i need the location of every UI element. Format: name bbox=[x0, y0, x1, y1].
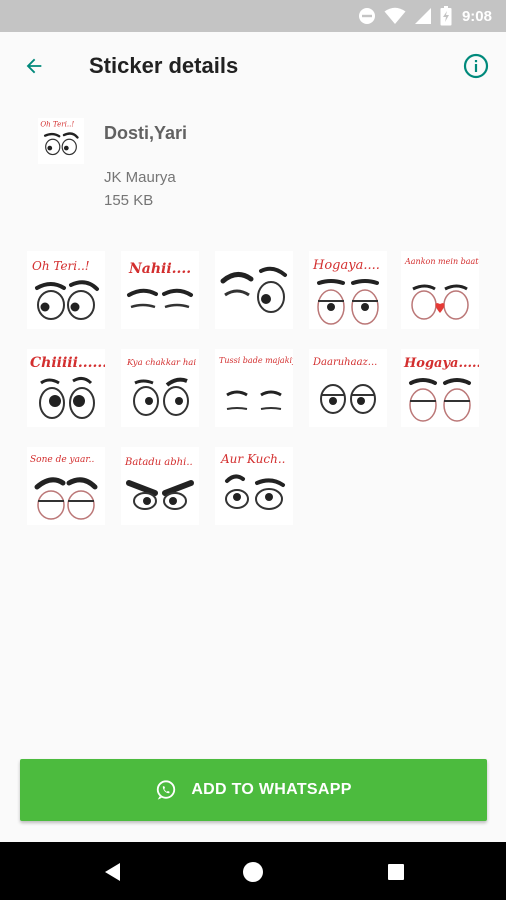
arrow-back-icon bbox=[26, 58, 42, 74]
sticker-caption: Sone de yaar.. bbox=[30, 455, 95, 465]
tray-caption: Oh Teri..! bbox=[40, 119, 74, 128]
sticker-caption: Hogaya.... bbox=[312, 258, 380, 273]
nav-back-button[interactable] bbox=[96, 856, 128, 888]
add-button-label: ADD TO WHATSAPP bbox=[191, 781, 352, 798]
sticker-sone-de-yaar[interactable]: Sone de yaar.. bbox=[27, 447, 105, 525]
sticker-chiiiii[interactable]: Chiiiii...... bbox=[27, 349, 105, 427]
info-icon bbox=[463, 53, 489, 79]
add-to-whatsapp-button[interactable]: ADD TO WHATSAPP bbox=[20, 759, 487, 821]
status-time: 9:08 bbox=[461, 7, 492, 25]
do-not-disturb-icon bbox=[358, 8, 375, 24]
nav-recents-button[interactable] bbox=[380, 856, 412, 888]
wifi-icon bbox=[384, 7, 406, 24]
sticker-kya-chakkar-hai[interactable]: Kya chakkar hai ! bbox=[121, 349, 199, 427]
sticker-aur-kuch[interactable]: Aur Kuch.. bbox=[215, 447, 293, 525]
sticker-caption: Batadu abhi.. bbox=[124, 457, 193, 468]
status-icons: 9:08 bbox=[358, 5, 492, 27]
pack-name: Dosti,Yari bbox=[104, 123, 188, 143]
page-title: Sticker details bbox=[89, 53, 239, 78]
pack-author: JK Maurya bbox=[104, 169, 176, 186]
sticker-caption: Daaruhaaz... bbox=[312, 357, 377, 368]
signal-icon bbox=[414, 8, 431, 24]
nav-home-button[interactable] bbox=[237, 856, 269, 888]
recents-square-icon bbox=[388, 864, 404, 880]
sticker-wink[interactable] bbox=[215, 251, 293, 329]
battery-charging-icon bbox=[440, 6, 452, 26]
tray-sticker-image: Oh Teri..! bbox=[40, 119, 79, 156]
sticker-aankon-mein[interactable]: Aankon mein baate ho fun... bbox=[401, 251, 479, 329]
sticker-nahii[interactable]: Nahii.... bbox=[121, 251, 199, 329]
back-triangle-icon bbox=[105, 863, 120, 881]
sticker-tussi-bade-majakiya-ho[interactable]: Tussi bade majakiya ho bbox=[215, 349, 293, 427]
sticker-caption: Tussi bade majakiya ho bbox=[219, 356, 293, 365]
sticker-caption: Aur Kuch.. bbox=[220, 452, 285, 466]
sticker-caption: Nahii.... bbox=[128, 261, 191, 277]
sticker-caption: Chiiiii...... bbox=[30, 355, 105, 371]
pack-tray-icon: Oh Teri..! bbox=[38, 118, 84, 164]
info-button[interactable] bbox=[460, 50, 492, 82]
sticker-batadu-abhi[interactable]: Batadu abhi.. bbox=[121, 447, 199, 525]
pack-size: 155 KB bbox=[104, 192, 154, 209]
status-bar: 9:08 bbox=[0, 0, 506, 32]
sticker-caption: Hogaya..... bbox=[403, 356, 479, 371]
back-button[interactable] bbox=[16, 48, 52, 84]
sticker-hogaya-2[interactable]: Hogaya..... bbox=[401, 349, 479, 427]
whatsapp-icon bbox=[157, 780, 176, 800]
app-bar: Sticker details bbox=[0, 32, 506, 100]
navigation-bar bbox=[0, 842, 506, 900]
sticker-hogaya[interactable]: Hogaya.... bbox=[309, 251, 387, 329]
sticker-daaruhaaz[interactable]: Daaruhaaz... bbox=[309, 349, 387, 427]
sticker-caption: Kya chakkar hai ! bbox=[126, 358, 199, 368]
sticker-caption: Aankon mein baate ho fun... bbox=[404, 257, 479, 266]
sticker-caption: Oh Teri..! bbox=[32, 259, 90, 273]
home-circle-icon bbox=[243, 862, 263, 882]
sticker-oh-teri[interactable]: Oh Teri..! bbox=[27, 251, 105, 329]
